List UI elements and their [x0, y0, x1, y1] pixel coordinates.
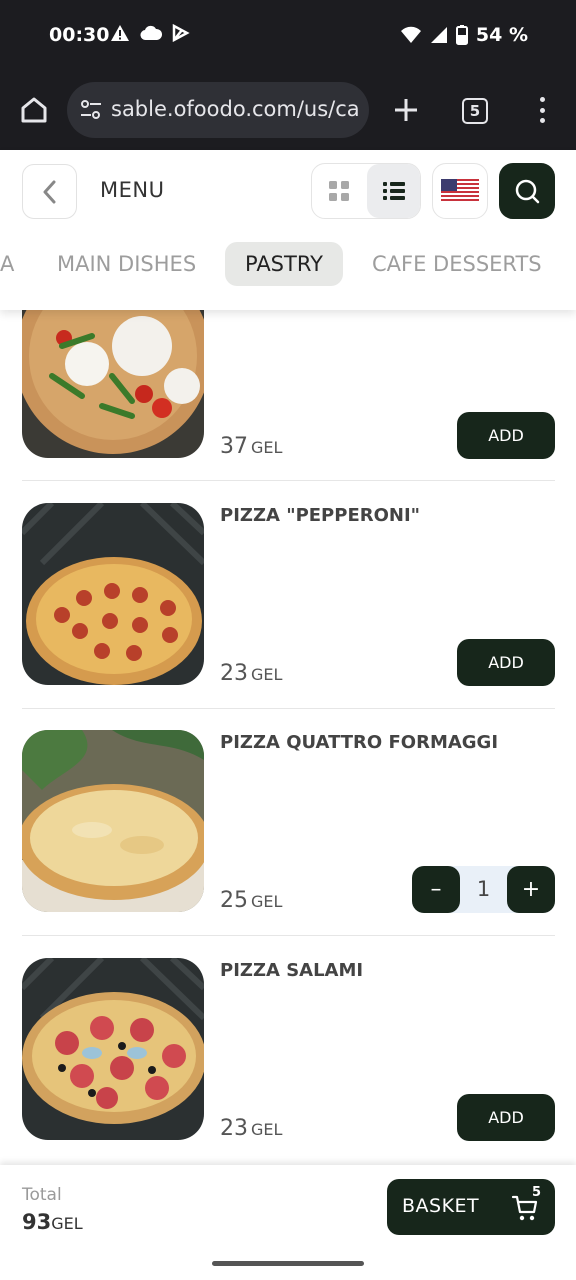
item-divider [22, 708, 555, 709]
list-view-button[interactable] [367, 164, 420, 218]
tab-switcher-button[interactable]: 5 [462, 98, 488, 124]
battery-level: 54 % [475, 24, 528, 46]
add-button[interactable]: ADD [457, 412, 555, 459]
product-image [22, 730, 204, 912]
category-tabs: A MAIN DISHES PASTRY CAFE DESSERTS [0, 242, 576, 286]
tab-main-dishes[interactable]: MAIN DISHES [57, 242, 196, 286]
menu-header: MENU A MAIN DISHES PASTRY CAFE DESSERTS [0, 150, 576, 310]
site-settings-icon[interactable] [79, 99, 103, 121]
signal-icon [430, 27, 447, 43]
wifi-icon [400, 26, 421, 43]
status-bar: 00:30 54 % [0, 0, 576, 72]
add-button[interactable]: ADD [457, 639, 555, 686]
item-divider [22, 935, 555, 936]
url-text: sable.ofoodo.com/us/ca [111, 97, 360, 121]
item-name: PIZZA SALAMI [220, 960, 364, 981]
warning-icon [111, 25, 129, 41]
item-divider [22, 480, 555, 481]
page-title: MENU [100, 178, 165, 202]
cloud-icon [140, 25, 162, 41]
address-bar[interactable]: sable.ofoodo.com/us/ca [67, 82, 369, 138]
home-icon [21, 97, 47, 123]
basket-footer: Total 93GEL BASKET 5 [0, 1165, 576, 1280]
item-price: 23 GEL [220, 661, 283, 686]
decrease-quantity-button[interactable]: – [412, 866, 460, 913]
add-button[interactable]: ADD [457, 1094, 555, 1141]
item-price: 23 GEL [220, 1116, 283, 1141]
basket-label: BASKET [402, 1195, 480, 1217]
increase-quantity-button[interactable]: + [507, 866, 555, 913]
battery-icon [455, 25, 468, 45]
item-name: PIZZA QUATTRO FORMAGGI [220, 732, 499, 753]
us-flag-icon [441, 179, 479, 203]
tab-pastry[interactable]: PASTRY [225, 242, 343, 286]
view-toggle [311, 163, 421, 219]
tab-cafe-desserts[interactable]: CAFE DESSERTS [372, 242, 542, 286]
quantity-stepper: – 1 + [412, 866, 555, 913]
quantity-value: 1 [476, 877, 491, 901]
new-tab-icon[interactable] [390, 94, 422, 126]
home-button[interactable] [16, 92, 52, 128]
search-icon [515, 179, 540, 204]
item-price: 37 GEL [220, 434, 283, 459]
product-image [22, 503, 204, 685]
item-name: PIZZA "PEPPERONI" [220, 505, 421, 526]
play-store-icon [172, 24, 190, 42]
status-time: 00:30 [49, 24, 110, 46]
total-label: Total [22, 1185, 62, 1205]
product-image [22, 958, 204, 1140]
browser-toolbar: sable.ofoodo.com/us/ca 5 [0, 72, 576, 150]
search-button[interactable] [499, 163, 555, 219]
more-menu-icon[interactable] [532, 94, 552, 126]
status-system-icons: 54 % [400, 24, 528, 46]
total-value: 93GEL [22, 1210, 83, 1234]
tab-category-previous[interactable]: A [0, 242, 14, 286]
item-price: 25 GEL [220, 888, 283, 913]
grid-icon [329, 181, 349, 201]
basket-count-badge: 5 [532, 1185, 542, 1200]
language-button[interactable] [432, 163, 488, 219]
gesture-handle [212, 1261, 364, 1266]
back-button[interactable] [22, 164, 77, 219]
chevron-left-icon [43, 180, 55, 203]
status-notification-icons [110, 24, 190, 42]
list-icon [383, 182, 405, 200]
grid-view-button[interactable] [312, 164, 366, 218]
basket-button[interactable]: BASKET 5 [387, 1179, 555, 1235]
